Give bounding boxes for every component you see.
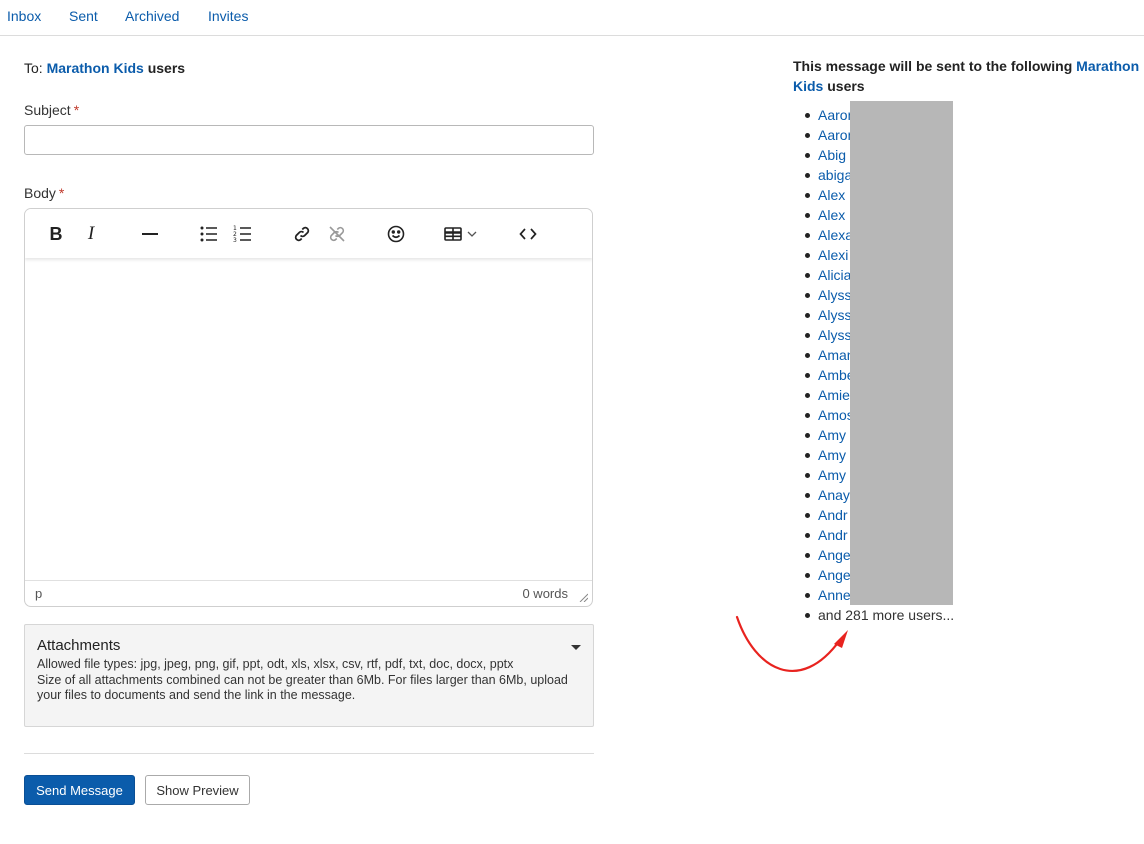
allowed-file-types: Allowed file types: jpg, jpeg, png, gif,… (37, 657, 514, 671)
source-code-button[interactable] (516, 222, 540, 246)
link-button[interactable] (290, 222, 314, 246)
chevron-down-icon (467, 231, 477, 237)
send-message-button[interactable]: Send Message (24, 775, 135, 805)
show-preview-button[interactable]: Show Preview (145, 775, 250, 805)
italic-button[interactable]: I (79, 222, 103, 246)
recipient-link[interactable]: Alexi (818, 247, 848, 263)
recipient-link[interactable]: Andr (818, 527, 848, 543)
recipient-link[interactable]: Alyss (818, 307, 851, 323)
to-line: To: Marathon Kids users (24, 60, 185, 76)
attachments-title: Attachments (37, 637, 121, 654)
divider (24, 753, 594, 754)
recipient-link[interactable]: Alexa (818, 227, 853, 243)
body-label: Body * (24, 185, 64, 201)
emoji-icon (387, 225, 405, 243)
resize-handle-icon[interactable] (578, 592, 588, 602)
recipient-link[interactable]: Ange (818, 567, 851, 583)
recipient-link[interactable]: Amy (818, 447, 846, 463)
required-mark: * (73, 102, 80, 118)
attachments-panel[interactable]: Attachments Allowed file types: jpg, jpe… (24, 624, 594, 727)
italic-icon: I (87, 223, 95, 244)
body-label-text: Body (24, 185, 56, 201)
emoji-button[interactable] (384, 222, 408, 246)
link-icon (294, 226, 310, 242)
nav-archived[interactable]: Archived (125, 8, 179, 24)
recipient-link[interactable]: Alex (818, 207, 845, 223)
recipient-link[interactable]: Anne (818, 587, 851, 603)
nav-inbox[interactable]: Inbox (7, 8, 41, 24)
recipients-heading-post: users (827, 78, 865, 94)
recipient-link[interactable]: Alex (818, 187, 845, 203)
nav-sent[interactable]: Sent (69, 8, 98, 24)
bullet-list-icon (200, 226, 217, 242)
to-suffix: users (147, 60, 186, 76)
source-code-icon (519, 228, 537, 240)
recipient-link[interactable]: Amy (818, 467, 846, 483)
bold-button[interactable]: B (44, 222, 68, 246)
word-count: 0 words (522, 586, 568, 601)
recipient-link[interactable]: Amie (818, 387, 850, 403)
nav-invites[interactable]: Invites (208, 8, 248, 24)
to-group-link[interactable]: Marathon Kids (47, 60, 144, 76)
size-note-line-1: Size of all attachments combined can not… (37, 673, 568, 687)
table-icon (444, 227, 462, 241)
size-note-line-2: your files to documents and send the lin… (37, 688, 356, 702)
horizontal-rule-button[interactable] (138, 222, 162, 246)
table-button[interactable] (443, 222, 483, 246)
horizontal-rule-icon (142, 233, 158, 235)
recipient-link[interactable]: Alyss (818, 327, 851, 343)
numbered-list-button[interactable]: 1 2 3 (231, 222, 255, 246)
caret-down-icon[interactable] (571, 645, 581, 650)
top-nav: Inbox Sent Archived Invites (0, 0, 1144, 36)
element-path[interactable]: p (35, 586, 42, 601)
recipients-heading: This message will be sent to the followi… (793, 56, 1143, 96)
unlink-button[interactable] (325, 222, 349, 246)
recipient-link[interactable]: Abig (818, 147, 846, 163)
recipient-link[interactable]: Amy (818, 427, 846, 443)
recipient-link[interactable]: abiga (818, 167, 852, 183)
to-prefix: To: (24, 60, 43, 76)
recipient-link[interactable]: Anay (818, 487, 850, 503)
bold-icon: B (49, 223, 63, 244)
bullet-list-button[interactable] (197, 222, 221, 246)
editor-content-area[interactable] (25, 258, 592, 581)
annotation-arrow-icon (735, 615, 848, 672)
svg-text:3: 3 (233, 237, 237, 244)
recipient-link[interactable]: Alyss (818, 287, 851, 303)
numbered-list-icon: 1 2 3 (233, 225, 251, 244)
recipient-link[interactable]: Ange (818, 547, 851, 563)
recipient-link[interactable]: Andr (818, 507, 848, 523)
editor-toolbar: B I 1 2 3 (25, 209, 592, 258)
subject-label-text: Subject (24, 102, 71, 118)
redaction-block (850, 101, 953, 605)
subject-input[interactable] (24, 125, 594, 155)
required-mark: * (58, 185, 65, 201)
recipients-heading-pre: This message will be sent to the followi… (793, 58, 1073, 74)
recipient-link[interactable]: Amos (818, 407, 854, 423)
unlink-icon (329, 226, 345, 242)
recipient-link[interactable]: Alicia (818, 267, 851, 283)
editor-statusbar: p 0 words (25, 580, 592, 606)
subject-label: Subject * (24, 102, 79, 118)
rich-text-editor: B I 1 2 3 p 0 words (24, 208, 593, 607)
